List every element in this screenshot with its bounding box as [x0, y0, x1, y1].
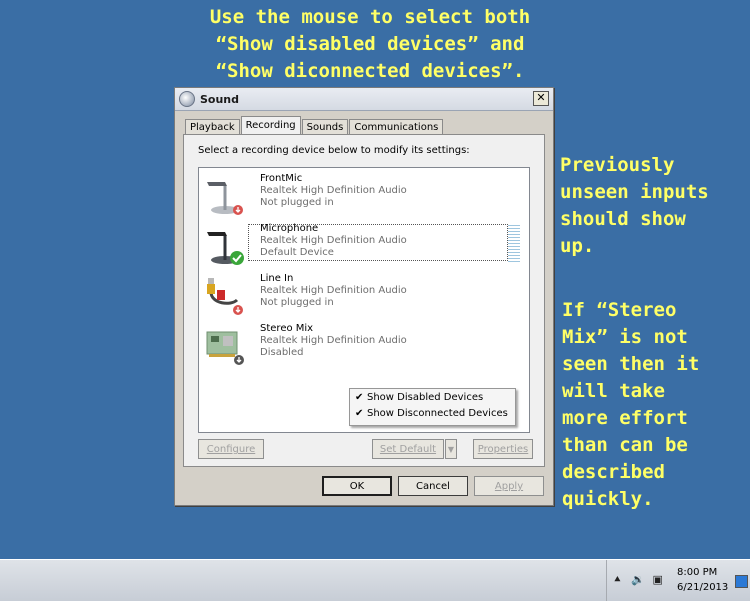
close-button[interactable]: ✕: [533, 91, 549, 106]
panel-instruction: Select a recording device below to modif…: [198, 145, 470, 156]
title-bar[interactable]: Sound ✕: [175, 88, 553, 111]
menu-item-label: Show Disconnected Devices: [367, 408, 508, 419]
recording-panel: Select a recording device below to modif…: [183, 134, 545, 467]
cancel-button[interactable]: Cancel: [398, 476, 468, 496]
device-driver: Realtek High Definition Audio: [260, 185, 407, 196]
configure-button[interactable]: Configure: [198, 439, 264, 459]
show-desktop-button[interactable]: [735, 575, 748, 588]
caption-line-3: “Show diconnected devices”.: [215, 60, 525, 82]
ok-button[interactable]: OK: [322, 476, 392, 496]
rca-cable-icon: [207, 278, 243, 315]
sound-card-icon: [206, 331, 244, 365]
microphone-icon: [207, 232, 244, 265]
context-menu: ✔ Show Disabled Devices ✔ Show Disconnec…: [349, 388, 516, 426]
device-status: Default Device: [260, 247, 334, 258]
notification-area: ⯅ 🔉 ▣ 8:00 PM 6/21/2013: [606, 560, 750, 601]
device-list[interactable]: FrontMic Realtek High Definition Audio N…: [198, 167, 530, 433]
set-default-button[interactable]: Set Default: [372, 439, 444, 459]
device-status: Not plugged in: [260, 297, 334, 308]
checkmark-icon: ✔: [355, 408, 364, 419]
level-meter: [508, 225, 520, 263]
device-status: Not plugged in: [260, 197, 334, 208]
device-driver: Realtek High Definition Audio: [260, 235, 407, 246]
note-previously-unseen: Previously unseen inputs should show up.: [560, 154, 709, 257]
device-item-stereo-mix[interactable]: Stereo Mix Realtek High Definition Audio…: [199, 320, 529, 370]
network-icon[interactable]: ▣: [653, 573, 663, 586]
device-driver: Realtek High Definition Audio: [260, 285, 407, 296]
show-hidden-icons-icon[interactable]: ⯅: [613, 573, 622, 586]
device-name: Line In: [260, 273, 294, 284]
caption-line-1: Use the mouse to select both: [209, 6, 531, 28]
menu-item-show-disabled[interactable]: ✔ Show Disabled Devices: [350, 390, 515, 406]
chevron-down-icon: ▼: [447, 445, 455, 454]
taskbar: ⯅ 🔉 ▣ 8:00 PM 6/21/2013: [0, 559, 750, 601]
clock-time[interactable]: 8:00 PM: [677, 567, 717, 578]
menu-item-label: Show Disabled Devices: [367, 392, 484, 403]
caption-line-2: “Show disabled devices” and: [215, 33, 525, 55]
speaker-icon: [179, 91, 195, 107]
note-stereo-mix: If “Stereo Mix” is not seen then it will…: [562, 299, 700, 510]
device-item-line-in[interactable]: Line In Realtek High Definition Audio No…: [199, 270, 529, 320]
device-driver: Realtek High Definition Audio: [260, 335, 407, 346]
menu-item-show-disconnected[interactable]: ✔ Show Disconnected Devices: [350, 406, 515, 422]
device-name: Microphone: [260, 223, 319, 234]
device-name: FrontMic: [260, 173, 303, 184]
properties-button[interactable]: Properties: [473, 439, 533, 459]
speaker-icon[interactable]: 🔉: [631, 573, 645, 586]
microphone-icon: [207, 182, 243, 215]
device-status: Disabled: [260, 347, 304, 358]
set-default-dropdown[interactable]: ▼: [445, 439, 457, 459]
clock-date[interactable]: 6/21/2013: [677, 582, 728, 593]
device-item-frontmic[interactable]: FrontMic Realtek High Definition Audio N…: [199, 170, 529, 220]
device-name: Stereo Mix: [260, 323, 314, 334]
instruction-caption: Use the mouse to select both “Show disabl…: [160, 4, 580, 85]
dialog-title: Sound: [200, 92, 240, 106]
sound-dialog: Sound ✕ Playback Recording Sounds Commun…: [174, 87, 554, 506]
checkmark-icon: ✔: [355, 392, 364, 403]
device-item-microphone[interactable]: Microphone Realtek High Definition Audio…: [199, 220, 529, 270]
apply-button[interactable]: Apply: [474, 476, 544, 496]
